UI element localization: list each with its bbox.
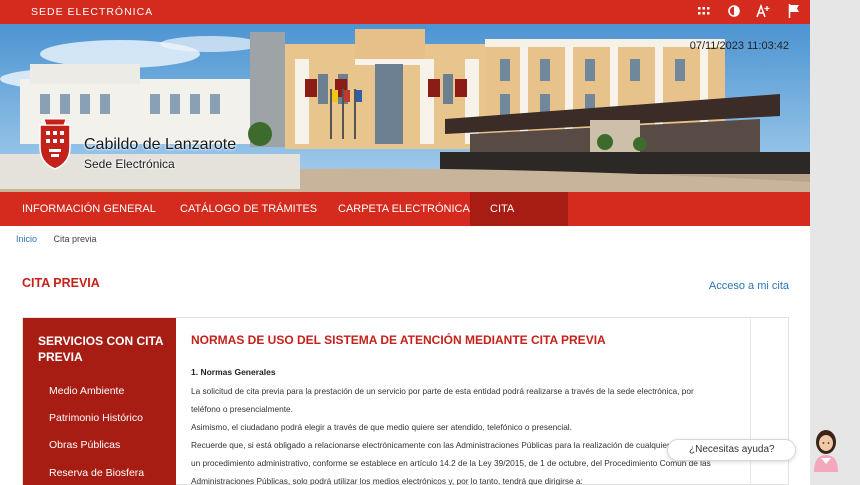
- section-heading: 1. Normas Generales: [191, 367, 276, 377]
- paragraph-line: un procedimiento administrativo, conform…: [191, 458, 711, 468]
- breadcrumb-current: Cita previa: [53, 234, 97, 244]
- nav-item-catalogo-tramites[interactable]: Catálogo de trámites: [180, 192, 317, 226]
- nav-item-carpeta-electronica[interactable]: Carpeta electrónica: [338, 192, 470, 226]
- nav-item-informacion-general[interactable]: Información general: [22, 192, 156, 226]
- sidebar-item-medio-ambiente[interactable]: Medio Ambiente: [49, 385, 124, 397]
- page-title: Cita previa: [22, 276, 100, 290]
- cabildo-shield-logo: [39, 118, 71, 170]
- article-title: Normas de uso del sistema de atención me…: [191, 333, 606, 347]
- page: SEDE ELECTRÓNICA Cabildo de Lanzarote Se…: [0, 0, 860, 485]
- logo-subtitle: Sede Electrónica: [84, 157, 175, 171]
- paragraph-line: La solicitud de cita previa para la pres…: [191, 386, 694, 396]
- main-nav: Información general Catálogo de trámites…: [0, 192, 810, 249]
- services-sidebar: Servicios con cita previa Medio Ambiente…: [23, 318, 176, 485]
- header-banner: Cabildo de Lanzarote Sede Electrónica 07…: [0, 24, 810, 192]
- paragraph-line: Asimismo, el ciudadano podrá elegir a tr…: [191, 422, 572, 432]
- acceso-cita-link[interactable]: Acceso a mi cita: [709, 280, 789, 292]
- sidebar-title: Servicios con cita previa: [38, 334, 164, 364]
- sidebar-item-reserva-biosfera[interactable]: Reserva de Biosfera: [49, 467, 144, 479]
- text-size-icon[interactable]: [754, 1, 774, 21]
- paragraph-line: Administraciones Públicas, solo podrá ut…: [191, 476, 583, 485]
- top-bar: SEDE ELECTRÓNICA: [0, 0, 810, 24]
- paragraph-line: teléfono o presencialmente.: [191, 404, 293, 414]
- site-name: SEDE ELECTRÓNICA: [31, 6, 154, 18]
- nav-item-cita-previa[interactable]: Cita previa: [470, 192, 568, 249]
- assistant-avatar-icon[interactable]: [808, 428, 844, 472]
- page-gutter: [810, 0, 860, 485]
- logo-title: Cabildo de Lanzarote: [84, 136, 237, 153]
- flag-icon[interactable]: [784, 1, 804, 21]
- breadcrumb-home-link[interactable]: Inicio: [16, 234, 37, 244]
- contrast-icon[interactable]: [724, 1, 744, 21]
- normas-article: Normas de uso del sistema de atención me…: [176, 318, 750, 485]
- sidebar-item-patrimonio-historico[interactable]: Patrimonio Histórico: [49, 412, 143, 424]
- help-chat-button[interactable]: ¿Necesitas ayuda?: [667, 439, 796, 461]
- help-chat-label: ¿Necesitas ayuda?: [689, 444, 775, 455]
- paragraph-line: Recuerde que, si está obligado a relacio…: [191, 440, 709, 450]
- sidebar-item-obras-publicas[interactable]: Obras Públicas: [49, 439, 120, 451]
- accessibility-grid-icon[interactable]: [694, 1, 714, 21]
- breadcrumb: Inicio Cita previa: [16, 234, 97, 244]
- datetime-display: 07/11/2023 11:03:42: [689, 40, 789, 52]
